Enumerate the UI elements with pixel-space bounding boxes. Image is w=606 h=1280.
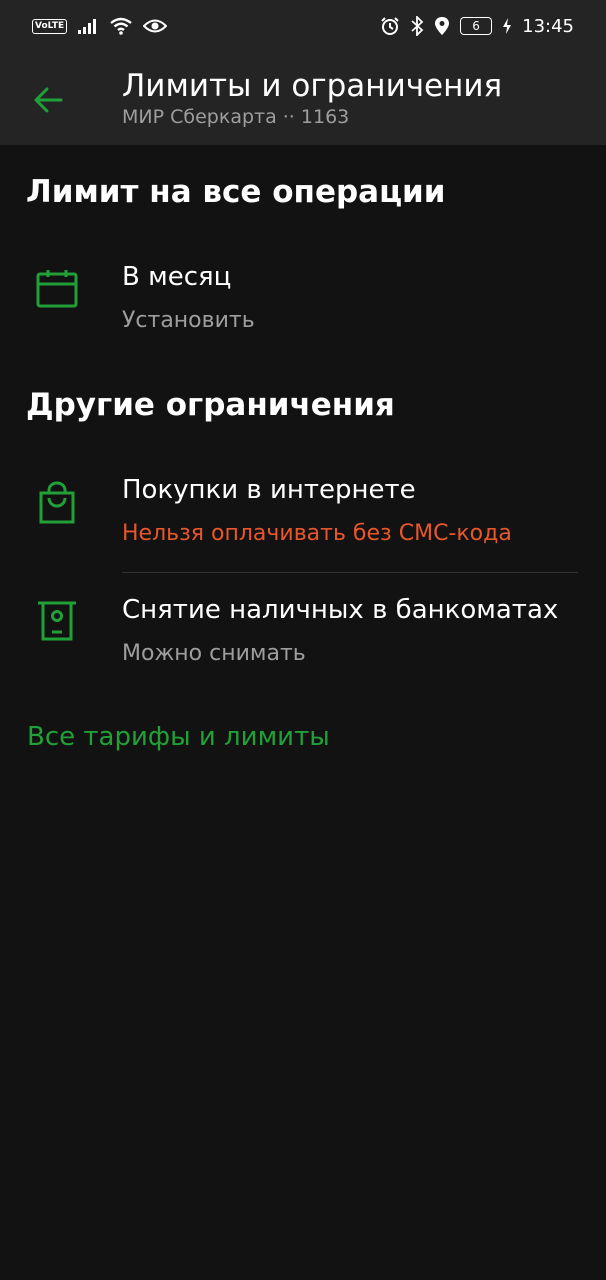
arrow-left-icon: [34, 87, 63, 113]
back-button[interactable]: [28, 80, 68, 120]
app-header: Лимиты и ограничения МИР Сберкарта ·· 11…: [0, 52, 606, 145]
bluetooth-icon: [411, 16, 424, 36]
section-title-limits: Лимит на все операции: [26, 174, 446, 210]
signal-icon: [78, 19, 97, 34]
row-title: Снятие наличных в банкоматах: [122, 595, 559, 625]
row-subtitle: Установить: [122, 308, 255, 333]
card-subtitle: МИР Сберкарта ·· 1163: [122, 106, 350, 128]
alarm-icon: [381, 17, 399, 35]
eye-icon: [143, 19, 168, 33]
all-tariffs-link[interactable]: Все тарифы и лимиты: [27, 722, 330, 752]
clock: 13:45: [522, 15, 574, 37]
battery-indicator: 6: [460, 17, 493, 35]
volte-badge: VoLTE: [32, 18, 68, 34]
atm-icon: [38, 601, 76, 641]
row-monthly-limit[interactable]: В месяц Установить: [0, 250, 606, 350]
status-bar: VoLTE 6 13:45: [0, 0, 606, 52]
divider: [122, 572, 578, 573]
page-title: Лимиты и ограничения: [122, 68, 503, 104]
row-title: Покупки в интернете: [122, 475, 416, 505]
row-subtitle-warning: Нельзя оплачивать без СМС-кода: [122, 521, 512, 546]
section-title-other: Другие ограничения: [26, 387, 395, 423]
calendar-icon: [36, 270, 78, 308]
row-online-purchases[interactable]: Покупки в интернете Нельзя оплачивать бе…: [0, 463, 606, 569]
shopping-bag-icon: [39, 481, 75, 524]
wifi-icon: [110, 17, 132, 35]
row-atm-withdrawal[interactable]: Снятие наличных в банкоматах Можно снима…: [0, 583, 606, 683]
charging-icon: [503, 18, 512, 34]
row-subtitle: Можно снимать: [122, 641, 306, 666]
status-right: 6 13:45: [380, 16, 574, 37]
location-icon: [435, 17, 450, 35]
row-title: В месяц: [122, 262, 232, 292]
status-left: VoLTE: [32, 16, 168, 36]
